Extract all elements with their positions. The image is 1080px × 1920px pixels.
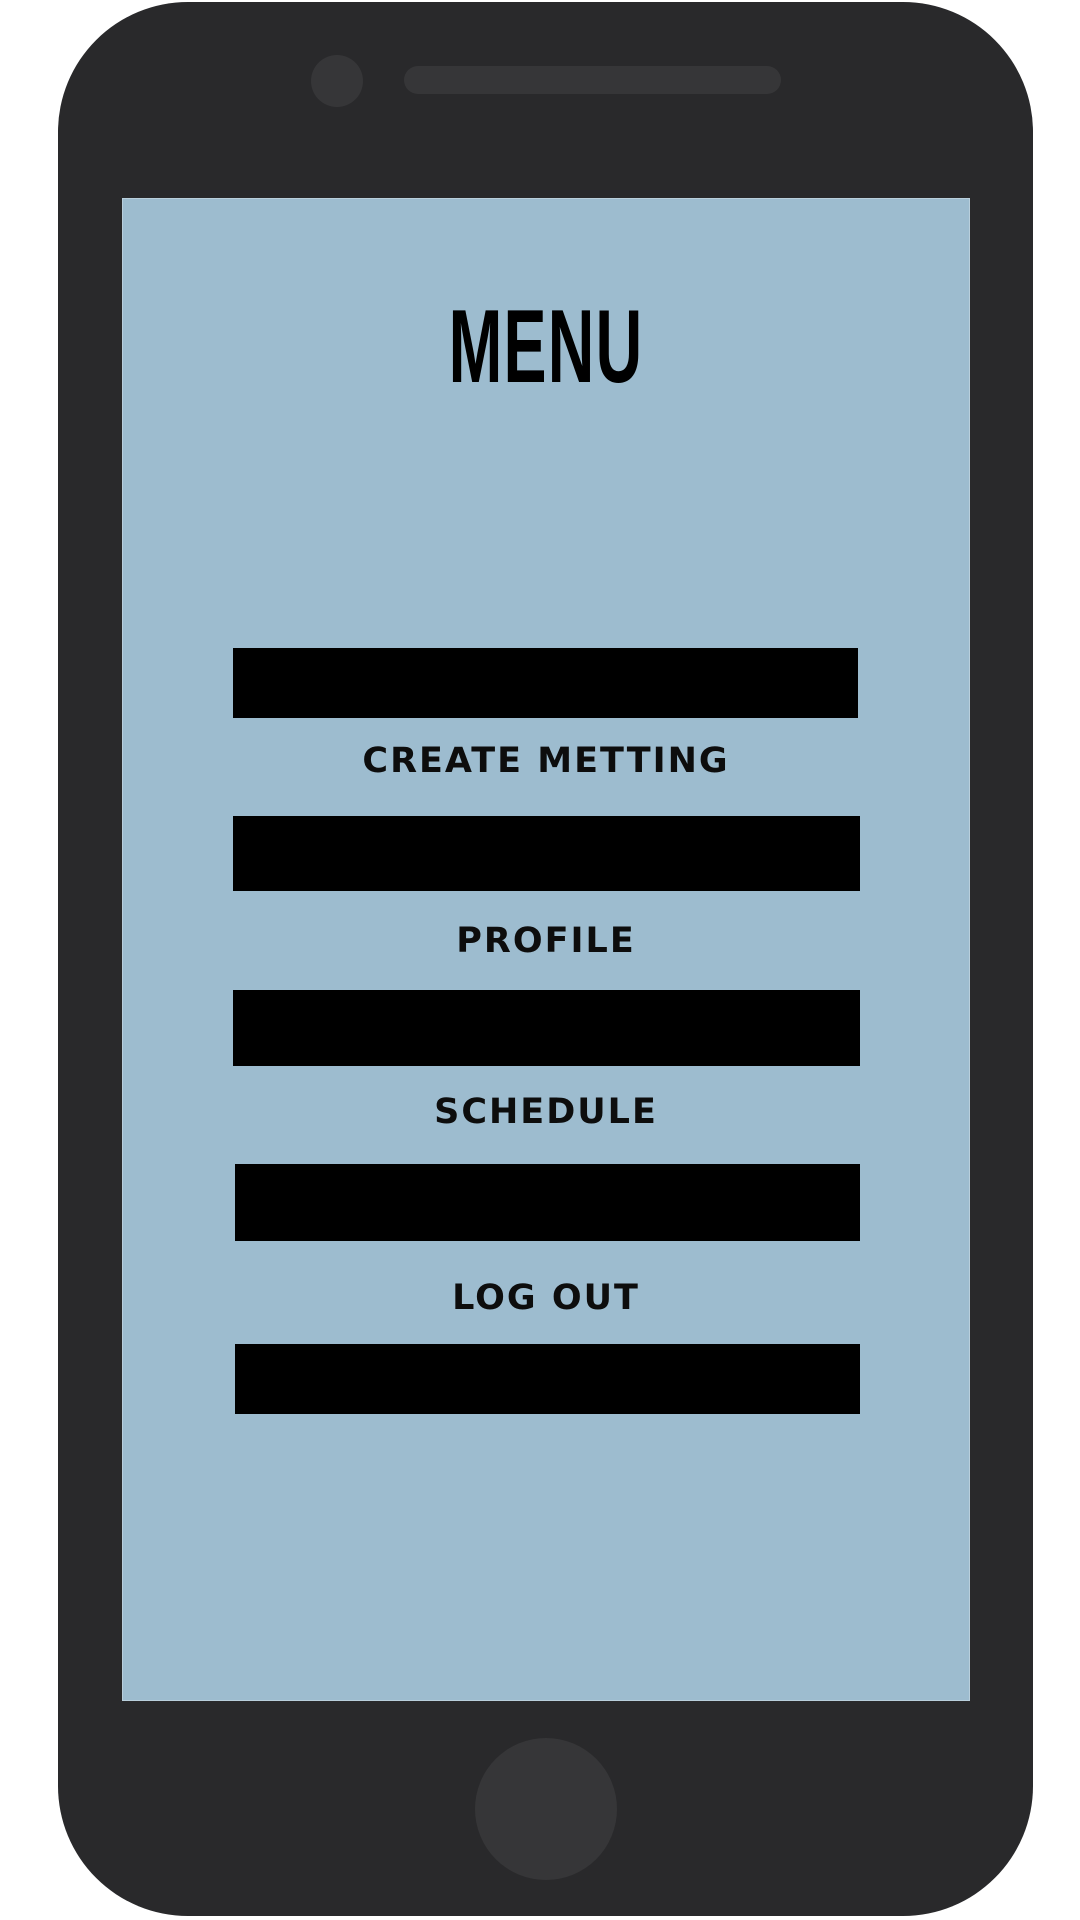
menu-item-schedule[interactable]: SCHEDULE [123,1095,969,1130]
front-camera-icon [311,55,363,107]
screen: MENU CREATE METTING PROFILE SCHEDULE LOG… [122,198,970,1701]
page-title: MENU [448,289,644,405]
menu-bar-3[interactable] [233,990,860,1066]
phone-frame: MENU CREATE METTING PROFILE SCHEDULE LOG… [58,2,1033,1916]
menu-item-log-out[interactable]: LOG OUT [123,1281,969,1316]
menu-item-create-meeting[interactable]: CREATE METTING [123,744,969,779]
menu-bar-1[interactable] [233,648,858,718]
speaker-grille [404,66,781,94]
menu-bar-4[interactable] [235,1164,860,1241]
menu-bar-5[interactable] [235,1344,860,1414]
home-button[interactable] [475,1738,617,1880]
menu-item-profile[interactable]: PROFILE [123,924,969,959]
menu-bar-2[interactable] [233,816,860,891]
